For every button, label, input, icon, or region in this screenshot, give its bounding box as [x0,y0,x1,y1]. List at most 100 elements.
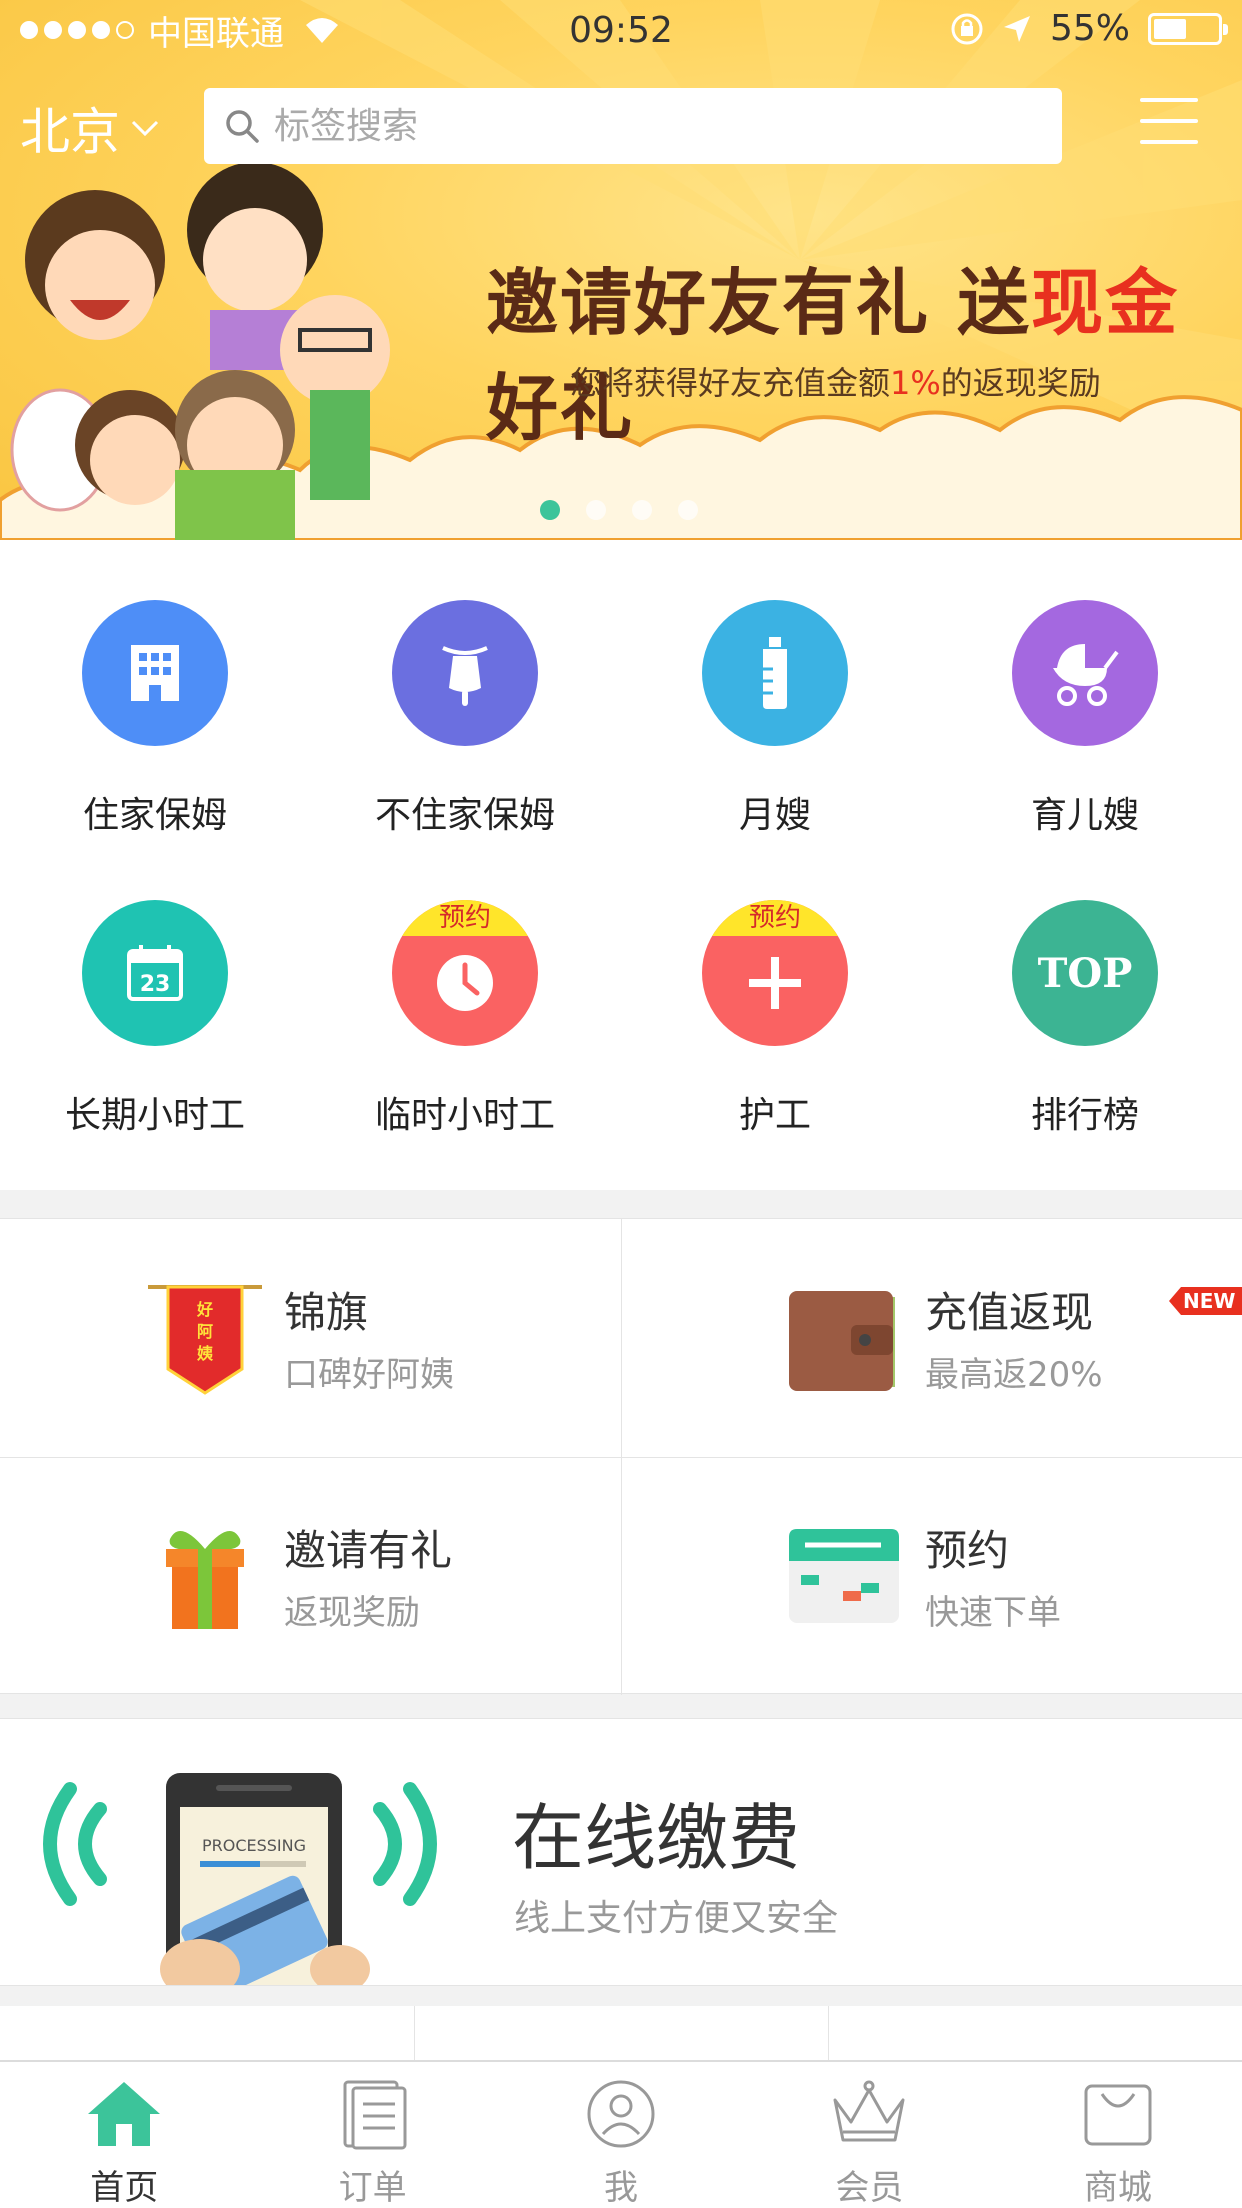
carousel-dot[interactable] [632,500,652,520]
location-arrow-icon [1003,15,1030,42]
carousel-indicator[interactable] [540,500,698,520]
pennant-icon: 好 阿 姨 [148,1285,262,1395]
feature-pennant[interactable]: 好 阿 姨 锦旗 口碑好阿姨 [0,1219,621,1457]
profile-icon [587,2080,655,2148]
carousel-dot[interactable] [586,500,606,520]
tab-membership[interactable]: 会员 [745,2062,993,2208]
category-live-out-nanny[interactable]: 不住家保姆 [310,540,620,836]
scooter-icon [392,600,538,746]
feature-recharge-cashback[interactable]: 充值返现 NEW 最高返20% [621,1219,1242,1457]
partially-visible-row [0,2006,1242,2066]
shopping-bag-icon [1084,2084,1152,2146]
category-long-term-hourly[interactable]: 23 长期小时工 [0,840,310,1136]
tab-label: 订单 [338,2168,407,2208]
city-selector[interactable]: 北京 [20,92,160,164]
divider [828,2006,829,2066]
tab-label: 会员 [835,2168,904,2208]
crown-icon [833,2080,905,2142]
promo-subtitle: 您将获得好友充值金额1%的返现奖励 [570,358,1101,404]
gift-icon [166,1531,244,1629]
search-input[interactable] [274,105,974,147]
category-label: 排行榜 [1030,1095,1139,1136]
wallet-icon [789,1291,895,1391]
reserve-badge: 预约 [702,900,848,936]
menu-button[interactable] [1140,98,1198,144]
pennant-char: 姨 [197,1344,214,1363]
promo-title: 邀请好友有礼 送现金好礼 [486,244,1242,454]
feature-invite-gift[interactable]: 邀请有礼 返现奖励 [0,1457,621,1695]
feature-title: 充值返现 [925,1288,1094,1337]
city-label: 北京 [20,103,120,161]
feature-subtitle: 快速下单 [925,1593,1061,1633]
promo-sub-highlight: 1% [890,364,941,402]
phone-payment-illustration: PROCESSING [43,1773,437,1985]
schedule-icon [789,1529,899,1623]
orders-icon [343,2080,407,2150]
pay-subtitle: 线上支付方便又安全 [514,1898,839,1939]
stroller-icon [1012,600,1158,746]
battery-icon [1148,12,1228,45]
category-live-in-nanny[interactable]: 住家保姆 [0,540,310,836]
tab-shop[interactable]: 商城 [994,2062,1242,2208]
tab-home[interactable]: 首页 [0,2062,248,2208]
feature-cards: 好 阿 姨 锦旗 口碑好阿姨 充值返现 NEW 最高返20% 邀请有礼 返现奖励 [0,1218,1242,1695]
promo-title-highlight: 现金 [1031,260,1180,345]
category-caregiver[interactable]: 预约 护工 [620,840,930,1136]
feature-title: 邀请有礼 [284,1526,453,1575]
category-label: 育儿嫂 [1030,795,1139,836]
building-icon [82,600,228,746]
feature-subtitle: 口碑好阿姨 [284,1355,454,1395]
bottom-tab-bar: 首页 订单 我 会员 商城 [0,2060,1242,2208]
baby-bottle-icon [702,600,848,746]
feature-subtitle: 返现奖励 [284,1593,420,1633]
rotation-lock-icon [951,13,983,44]
cartoon-family-illustration [10,162,390,540]
calendar-icon: 23 [82,900,228,1046]
feature-title: 锦旗 [284,1288,369,1337]
promo-sub-part1: 您将获得好友充值金额 [570,364,891,402]
status-right: 55% [950,8,1228,49]
carousel-dot[interactable] [678,500,698,520]
feature-subtitle: 最高返20% [925,1355,1103,1395]
category-temporary-hourly[interactable]: 预约 临时小时工 [310,840,620,1136]
top-icon-text: TOP [1037,949,1133,997]
home-icon [88,2082,161,2146]
carousel-dot[interactable] [540,500,560,520]
category-ranking[interactable]: TOP 排行榜 [930,840,1240,1136]
category-child-nanny[interactable]: 育儿嫂 [930,540,1240,836]
pennant-char: 好 [196,1300,213,1319]
processing-text: PROCESSING [202,1836,306,1855]
promo-title-part1: 邀请好友有礼 送 [486,260,1032,345]
tab-label: 首页 [90,2168,159,2208]
feature-title: 预约 [925,1526,1010,1575]
category-label: 月嫂 [738,795,811,836]
promo-sub-part2: 的返现奖励 [940,364,1101,402]
reserve-badge: 预约 [392,900,538,936]
search-bar[interactable] [204,88,1062,164]
pay-title: 在线缴费 [512,1796,801,1880]
tab-label: 我 [604,2168,639,2208]
tab-orders[interactable]: 订单 [248,2062,496,2208]
calendar-day: 23 [140,972,171,997]
category-label: 住家保姆 [82,795,227,836]
tab-me[interactable]: 我 [497,2062,745,2208]
online-payment-banner[interactable]: PROCESSING 在线缴费 线上支付方便又安全 [0,1718,1242,1986]
new-badge: NEW [1169,1287,1242,1315]
pennant-char: 阿 [197,1322,213,1341]
search-icon [226,110,259,143]
divider [414,2006,415,2066]
category-label: 长期小时工 [64,1095,245,1136]
tab-label: 商城 [1083,2168,1152,2208]
category-label: 护工 [738,1095,811,1136]
battery-percent: 55% [1049,8,1130,49]
category-label: 临时小时工 [374,1095,555,1136]
feature-appointment[interactable]: 预约 快速下单 [621,1457,1242,1695]
service-category-grid: 住家保姆 不住家保姆 月嫂 育儿嫂 23 长期小时工 预约 临时小时工 预约 护… [0,540,1242,1190]
plus-icon: 预约 [702,900,848,1046]
category-label: 不住家保姆 [374,795,555,836]
top-icon: TOP [1012,900,1158,1046]
clock-icon: 预约 [392,900,538,1046]
chevron-down-icon [131,120,159,137]
category-maternity-nanny[interactable]: 月嫂 [620,540,930,836]
promo-banner[interactable]: 中国联通 09:52 55% 北京 邀请好友有礼 送现金好礼 [0,0,1242,540]
